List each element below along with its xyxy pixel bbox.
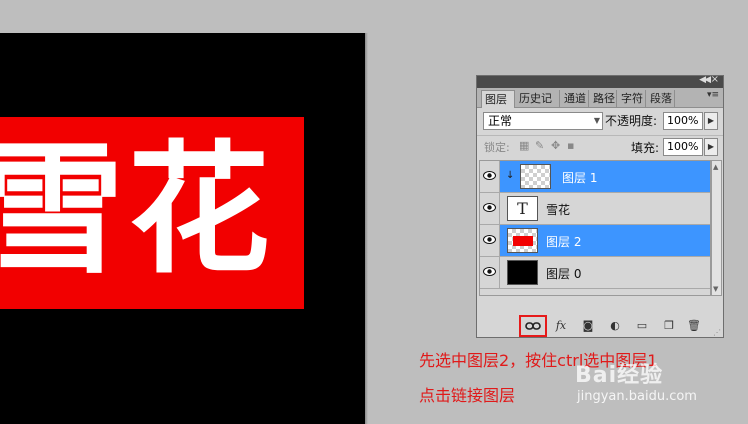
fx-icon[interactable]: fx [553,319,569,333]
snowflake-art-text: 雪花 [0,127,274,293]
chevron-down-icon: ▼ [593,116,600,125]
eye-icon [483,203,496,212]
clipping-arrow-icon: ↓ [506,170,515,181]
blend-mode-select[interactable]: 正常 ▼ [483,112,603,130]
layer-thumbnail [507,260,538,285]
opacity-slider-button[interactable]: ▶ [704,112,718,130]
layers-bottom-toolbar: fx ◙ ◐ ▭ ❐ 🗑 ⋰ [477,315,723,338]
eye-icon [483,267,496,276]
layer-row-layer0[interactable]: 图层 0 [480,257,710,289]
fill-label: 填充: [631,141,660,155]
layer-name[interactable]: 图层 1 [562,169,597,186]
opacity-label: 不透明度: [605,114,658,128]
new-layer-icon[interactable]: ❐ [661,319,677,333]
layer-thumbnail [507,228,538,253]
layer-name[interactable]: 雪花 [546,201,570,218]
layers-list: ↓ 图层 1 T 雪花 图层 2 图层 0 [479,160,711,296]
panel-titlebar[interactable]: ◀◀ × [477,74,723,88]
trash-icon[interactable]: 🗑 [686,319,702,333]
layer-row-layer2[interactable]: 图层 2 [480,225,710,257]
red-fill-preview [513,236,533,246]
fill-slider-button[interactable]: ▶ [704,138,718,156]
tab-channels[interactable]: 通道 [561,90,589,107]
opacity-input[interactable]: 100% [663,112,703,130]
visibility-toggle[interactable] [480,257,500,288]
lock-row: 锁定: ▦ ✎ ✥ ▪ 填充: 100% ▶ [477,135,723,158]
instruction-line-2: 点击链接图层 [419,386,516,405]
scroll-down-icon[interactable]: ▼ [713,285,718,293]
link-layers-icon[interactable] [525,319,541,333]
fill-input[interactable]: 100% [663,138,703,156]
blend-mode-value: 正常 [488,114,513,128]
eye-icon [483,171,496,180]
layer-name[interactable]: 图层 2 [546,233,581,250]
visibility-toggle[interactable] [480,225,500,256]
lock-all-icon[interactable]: ▪ [567,139,574,152]
layer-name[interactable]: 图层 0 [546,265,581,282]
layers-panel: ◀◀ × 图层 历史记 通道 路径 字符 段落 ▾≡ 正常 ▼ 不透明度: 10… [476,74,724,338]
layer-row-layer1[interactable]: ↓ 图层 1 [480,161,710,193]
collapse-panel-icon[interactable]: ◀◀ [699,75,711,85]
resize-grip-icon[interactable]: ⋰ [713,328,721,337]
tab-layers[interactable]: 图层 [481,90,515,108]
text-layer-thumbnail: T [507,196,538,221]
panel-menu-icon[interactable]: ▾≡ [707,90,719,100]
mask-icon[interactable]: ◙ [580,319,596,333]
scroll-up-icon[interactable]: ▲ [713,163,718,171]
tab-character[interactable]: 字符 [618,90,646,107]
lock-transparency-icon[interactable]: ▦ [519,139,529,152]
layers-scrollbar[interactable]: ▲ ▼ [711,160,722,296]
canvas-edge-shadow [365,33,368,424]
close-panel-icon[interactable]: × [711,74,719,85]
tab-history[interactable]: 历史记 [516,90,560,107]
lock-label: 锁定: [484,141,510,154]
visibility-toggle[interactable] [480,161,500,192]
watermark-logo: Bai经验 [575,363,664,388]
layer-row-text[interactable]: T 雪花 [480,193,710,225]
canvas-area[interactable]: 雪花 [0,33,365,424]
tab-paragraph[interactable]: 段落 [647,90,675,107]
lock-pixels-icon[interactable]: ✎ [535,139,544,152]
layer-thumbnail [520,164,551,189]
visibility-toggle[interactable] [480,193,500,224]
panel-tab-strip: 图层 历史记 通道 路径 字符 段落 ▾≡ [477,88,723,108]
eye-icon [483,235,496,244]
lock-position-icon[interactable]: ✥ [551,139,560,152]
group-folder-icon[interactable]: ▭ [634,319,650,333]
tab-paths[interactable]: 路径 [590,90,617,107]
red-background-layer: 雪花 [0,117,304,309]
watermark-url: jingyan.baidu.com [577,389,697,404]
adjustment-icon[interactable]: ◐ [607,319,623,333]
